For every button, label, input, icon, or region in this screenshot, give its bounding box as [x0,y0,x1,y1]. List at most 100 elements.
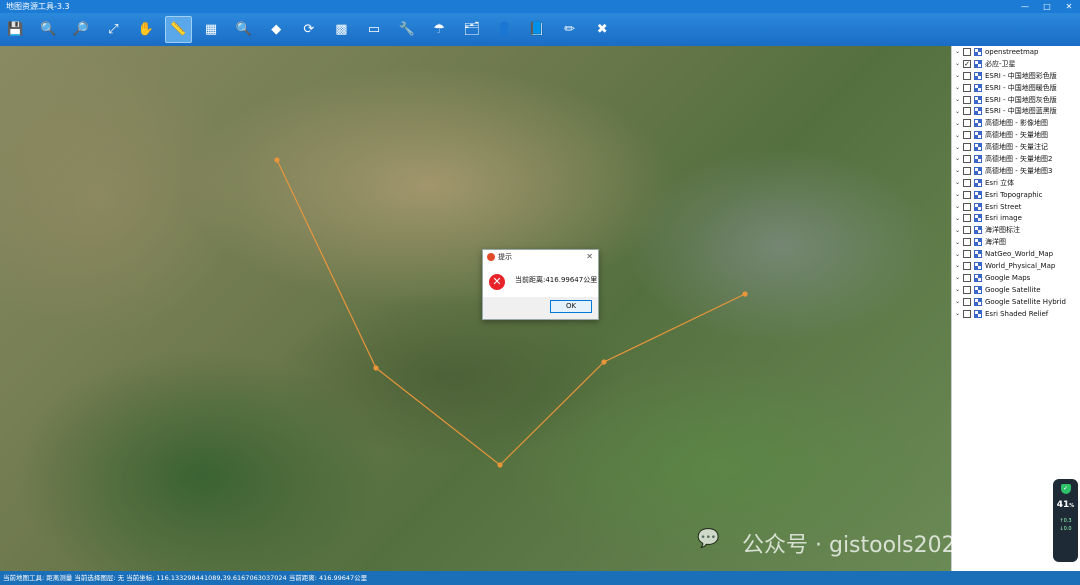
layer-checkbox[interactable] [963,250,971,259]
dialog-message: 当前距离:416.99647公里 [515,276,598,284]
chevron-down-icon[interactable]: ⌄ [952,96,963,103]
map-view[interactable] [0,46,951,571]
layer-item[interactable]: ⌄ Esri Shaded Relief [952,308,1080,320]
fan-button[interactable]: ☂ [426,16,453,43]
layer-checkbox[interactable] [963,226,971,235]
layer-item[interactable]: ⌄ 高德地图 - 矢量注记 [952,141,1080,153]
layer-checkbox[interactable] [963,285,971,294]
chevron-down-icon[interactable]: ⌄ [952,298,963,305]
chevron-down-icon[interactable]: ⌄ [952,262,963,269]
minimize-button[interactable]: — [1014,0,1036,13]
layer-checkbox[interactable] [963,178,971,187]
chevron-down-icon[interactable]: ⌄ [952,251,963,258]
chevron-down-icon[interactable]: ⌄ [952,203,963,210]
title-bar: 地图资源工具-3.3 — □ ✕ [0,0,1080,13]
layer-item[interactable]: ⌄ 高德地图 - 矢量地图3 [952,165,1080,177]
layer-item[interactable]: ⌄ 海洋图标注 [952,224,1080,236]
chevron-down-icon[interactable]: ⌄ [952,274,963,281]
layer-style-button[interactable]: ◆ [263,16,290,43]
chevron-down-icon[interactable]: ⌄ [952,72,963,79]
layer-checkbox[interactable] [963,83,971,92]
user-button[interactable]: 👤 [491,16,518,43]
full-extent-button[interactable]: ⤢ [100,16,127,43]
grid-button[interactable]: ▩ [328,16,355,43]
layer-item[interactable]: ⌄ Esri image [952,212,1080,224]
layer-checkbox[interactable] [963,107,971,116]
toolbar: 💾 🔍 🔎 ⤢ ✋ 📏 ▦ 🔍 ◆ ⟳ ▩ ▭ 🔧 ☂ 🗂 👤 📘 ✏ ✖ [0,13,1080,46]
layer-item[interactable]: ⌄ ✓ 必应-卫星 [952,58,1080,70]
layer-item[interactable]: ⌄ 高德地图 - 矢量地图 [952,129,1080,141]
dialog-close-icon[interactable]: ✕ [586,250,593,264]
layer-checkbox[interactable]: ✓ [963,59,971,68]
network-widget[interactable]: ✓ 41% ↑0.3 ↓0.0 [1053,479,1078,562]
layer-checkbox[interactable] [963,154,971,163]
chevron-down-icon[interactable]: ⌄ [952,60,963,67]
chevron-down-icon[interactable]: ⌄ [952,191,963,198]
chevron-down-icon[interactable]: ⌄ [952,120,963,127]
layer-item[interactable]: ⌄ NatGeo_World_Map [952,248,1080,260]
chevron-down-icon[interactable]: ⌄ [952,167,963,174]
layer-checkbox[interactable] [963,202,971,211]
save-button[interactable]: 💾 [2,16,29,43]
close-window-button[interactable]: ✕ [1058,0,1080,13]
layer-item[interactable]: ⌄ Esri 立体 [952,177,1080,189]
chevron-down-icon[interactable]: ⌄ [952,239,963,246]
close-button[interactable]: ✖ [589,16,616,43]
identify-button[interactable]: 🔍 [230,16,257,43]
ok-button[interactable]: OK [550,300,592,313]
layer-checkbox[interactable] [963,131,971,140]
layer-item[interactable]: ⌄ Google Satellite [952,284,1080,296]
layer-checkbox[interactable] [963,71,971,80]
layer-item[interactable]: ⌄ 海洋图 [952,236,1080,248]
layer-checkbox[interactable] [963,261,971,270]
edit-button[interactable]: ✏ [556,16,583,43]
chevron-down-icon[interactable]: ⌄ [952,108,963,115]
layer-item[interactable]: ⌄ Google Maps [952,272,1080,284]
chevron-down-icon[interactable]: ⌄ [952,286,963,293]
chevron-down-icon[interactable]: ⌄ [952,144,963,151]
layer-checkbox[interactable] [963,95,971,104]
maximize-button[interactable]: □ [1036,0,1058,13]
layer-item[interactable]: ⌄ 高德地图 - 影像地图 [952,117,1080,129]
layer-checkbox[interactable] [963,297,971,306]
chevron-down-icon[interactable]: ⌄ [952,155,963,162]
chevron-down-icon[interactable]: ⌄ [952,84,963,91]
layer-item[interactable]: ⌄ ESRI - 中国地图灰色版 [952,94,1080,106]
chevron-down-icon[interactable]: ⌄ [952,48,963,55]
layer-item[interactable]: ⌄ ESRI - 中国地图暖色版 [952,82,1080,94]
layer-item[interactable]: ⌄ ESRI - 中国地图蓝黑版 [952,105,1080,117]
chevron-down-icon[interactable]: ⌄ [952,215,963,222]
layer-item[interactable]: ⌄ Google Satellite Hybrid [952,296,1080,308]
book-button[interactable]: 📘 [524,16,551,43]
measure-area-button[interactable]: ▦ [198,16,225,43]
pan-button[interactable]: ✋ [132,16,159,43]
layer-checkbox[interactable] [963,47,971,56]
layer-checkbox[interactable] [963,143,971,152]
layer-checkbox[interactable] [963,273,971,282]
layer-checkbox[interactable] [963,190,971,199]
layer-checkbox[interactable] [963,119,971,128]
chevron-down-icon[interactable]: ⌄ [952,179,963,186]
refresh-button[interactable]: ⟳ [295,16,322,43]
zoom-out-button[interactable]: 🔎 [67,16,94,43]
tools-button[interactable]: 🔧 [393,16,420,43]
chevron-down-icon[interactable]: ⌄ [952,310,963,317]
chevron-down-icon[interactable]: ⌄ [952,227,963,234]
layer-item[interactable]: ⌄ Esri Street [952,201,1080,213]
layer-checkbox[interactable] [963,309,971,318]
layer-label: 海洋图 [985,238,1006,247]
chevron-down-icon[interactable]: ⌄ [952,132,963,139]
zoom-in-button[interactable]: 🔍 [35,16,62,43]
layer-item[interactable]: ⌄ openstreetmap [952,46,1080,58]
zoom-out-icon: 🔎 [72,22,89,37]
layer-item[interactable]: ⌄ ESRI - 中国地图彩色版 [952,70,1080,82]
export-button[interactable]: 🗂 [458,16,485,43]
layer-checkbox[interactable] [963,166,971,175]
layer-checkbox[interactable] [963,238,971,247]
select-button[interactable]: ▭ [361,16,388,43]
layer-item[interactable]: ⌄ Esri Topographic [952,189,1080,201]
layer-item[interactable]: ⌄ 高德地图 - 矢量地图2 [952,153,1080,165]
layer-item[interactable]: ⌄ World_Physical_Map [952,260,1080,272]
layer-checkbox[interactable] [963,214,971,223]
measure-button[interactable]: 📏 [164,16,192,43]
